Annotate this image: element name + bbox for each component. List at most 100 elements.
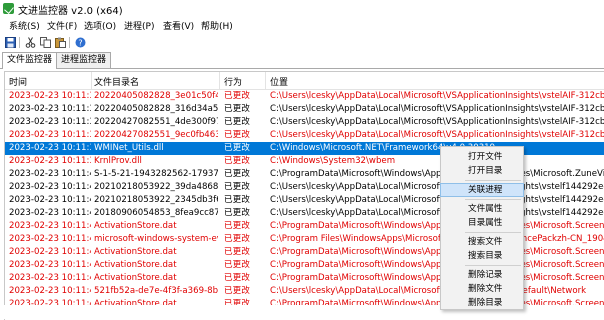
copy-icon[interactable]	[40, 37, 51, 48]
cell-name: 20210218053922_39da48683c...	[94, 182, 218, 192]
menu-delete-folder[interactable]: 删除目录	[441, 297, 523, 309]
column-header-location[interactable]: 位置	[270, 75, 288, 88]
cell-time: 2023-02-23 10:11:33	[9, 143, 91, 153]
menu-item-label: 搜索目录	[468, 251, 503, 261]
table-row[interactable]: 2023-02-23 10:11:33 20220427082551_9ec0f…	[5, 129, 604, 142]
cell-name: WMINet_Utils.dll	[94, 143, 164, 153]
cell-name: 20220405082828_316d34a5b4...	[94, 104, 218, 114]
menu-separator	[465, 265, 521, 266]
cell-name: 521fb52a-de7e-4f3f-a369-8b8...	[94, 286, 218, 296]
menu-folder-properties[interactable]: 目录属性	[441, 217, 523, 229]
window-title: 文进监控器 v2.0 (x64)	[18, 6, 123, 17]
cell-name: 20220427082551_4de300f9790...	[94, 117, 218, 127]
cell-location: C:\Windows\Microsoft.NET\Framework64\v4.…	[270, 143, 496, 153]
paste-icon[interactable]	[55, 37, 66, 48]
cell-action: 已更改	[224, 234, 250, 244]
help-icon[interactable]: ?	[75, 37, 86, 48]
column-header-time[interactable]: 时间	[9, 75, 27, 88]
column-header-action[interactable]: 行为	[224, 75, 242, 88]
menu-item-label: 文件属性	[468, 204, 503, 214]
cell-time: 2023-02-23 10:11:46	[9, 273, 91, 283]
toolbar-separator	[19, 37, 20, 48]
cell-location: C:\Windows\System32\wbem	[270, 156, 396, 166]
menu-item-label: 关联进程	[468, 185, 503, 195]
table-row[interactable]: 2023-02-23 10:11:33 20220405082828_3e01c…	[5, 90, 604, 103]
cell-time: 2023-02-23 10:11:46	[9, 234, 91, 244]
title-bar: 文进监控器 v2.0 (x64)	[0, 0, 604, 17]
menu-open-folder[interactable]: 打开目录	[441, 165, 523, 177]
cell-location: C:\Program Files\WindowsApps\Microsoft.L…	[270, 234, 604, 244]
menu-file-properties[interactable]: 文件属性	[441, 203, 523, 215]
cell-name: S-1-5-21-1943282562-1793722...	[94, 169, 218, 179]
menu-open-file[interactable]: 打开文件	[441, 151, 523, 163]
column-header-name[interactable]: 文件目录名	[94, 75, 139, 88]
tab-process-monitor[interactable]: 进程监控器	[56, 52, 112, 68]
menu-associated-process[interactable]: 关联进程	[440, 183, 524, 197]
menu-item-label: 删除文件	[468, 284, 503, 294]
save-icon[interactable]	[5, 37, 16, 48]
menu-separator	[465, 232, 521, 233]
cell-time: 2023-02-23 10:11:33	[9, 104, 91, 114]
cell-action: 已更改	[224, 182, 250, 192]
svg-text:?: ?	[78, 39, 82, 48]
cell-location: C:\Users\lcesky\AppData\Local\Microsoft\…	[270, 182, 604, 192]
column-divider[interactable]	[91, 72, 92, 89]
menu-search-file[interactable]: 搜索文件	[441, 236, 523, 248]
cell-name: 20220427082551_9ec0fb46359...	[94, 130, 218, 140]
menu-view[interactable]: 查看(V)	[163, 19, 194, 32]
column-divider[interactable]	[265, 72, 266, 89]
cell-name: ActivationStore.dat	[94, 247, 177, 257]
cell-location: C:\ProgramData\Microsoft\Windows\AppRepo…	[270, 260, 604, 270]
cell-time: 2023-02-23 10:11:40	[9, 195, 91, 205]
menu-options[interactable]: 选项(O)	[84, 19, 116, 32]
menu-process[interactable]: 进程(P)	[124, 19, 154, 32]
cell-time: 2023-02-23 10:11:46	[9, 286, 91, 296]
cell-action: 已更改	[224, 221, 250, 231]
cell-location: C:\Users\lcesky\AppData\Local\Microsoft\…	[270, 195, 604, 205]
table-row[interactable]: 2023-02-23 10:11:33 20220405082828_316d3…	[5, 103, 604, 116]
menu-search-folder[interactable]: 搜索目录	[441, 250, 523, 262]
cell-time: 2023-02-23 10:11:46	[9, 260, 91, 270]
cell-name: KrnlProv.dll	[94, 156, 142, 166]
menu-delete-file[interactable]: 删除文件	[441, 283, 523, 295]
table-header: 时间 文件目录名 行为 位置	[5, 72, 604, 90]
cell-action: 已更改	[224, 195, 250, 205]
cut-icon[interactable]	[25, 37, 36, 48]
toolbar: ?	[0, 34, 604, 51]
cell-location: C:\ProgramData\Microsoft\Windows\AppRepo…	[270, 247, 604, 257]
column-divider[interactable]	[219, 72, 220, 89]
cell-location: C:\Users\lcesky\AppData\Local\Microsoft\…	[270, 130, 604, 140]
cell-action: 已更改	[224, 91, 250, 101]
cell-action: 已更改	[224, 286, 250, 296]
menu-item-label: 打开目录	[468, 166, 503, 176]
context-menu: 打开文件 打开目录 关联进程 文件属性 目录属性 搜索文件 搜索目录 删除记录 …	[440, 146, 524, 310]
cell-action: 已更改	[224, 247, 250, 257]
menu-delete-record[interactable]: 删除记录	[441, 269, 523, 281]
table-row[interactable]: 2023-02-23 10:11:33 20220427082551_4de30…	[5, 116, 604, 129]
cell-location: C:\Users\lcesky\AppData\Local\Microsoft\…	[270, 104, 604, 114]
menu-file[interactable]: 文件(F)	[47, 19, 77, 32]
cell-action: 已更改	[224, 117, 250, 127]
cell-time: 2023-02-23 10:11:33	[9, 156, 91, 166]
cell-location: C:\ProgramData\Microsoft\Windows\AppRepo…	[270, 221, 604, 231]
menu-help[interactable]: 帮助(H)	[201, 19, 233, 32]
menu-system[interactable]: 系统(S)	[9, 19, 40, 32]
cell-time: 2023-02-23 10:11:40	[9, 182, 91, 192]
cell-name: 20180906054853_8fea9cc87a0...	[94, 208, 218, 218]
cell-location: C:\Users\lcesky\AppData\Local\Microsoft\…	[270, 91, 604, 101]
cell-name: ActivationStore.dat	[94, 273, 177, 283]
cell-action: 已更改	[224, 169, 250, 179]
cell-name: microsoft-windows-system-ev...	[94, 234, 218, 244]
cell-action: 已更改	[224, 130, 250, 140]
cell-time: 2023-02-23 10:11:33	[9, 130, 91, 140]
cell-name: ActivationStore.dat	[94, 260, 177, 270]
cell-location: C:\ProgramData\Microsoft\Windows\AppRepo…	[270, 273, 604, 283]
cell-action: 已更改	[224, 273, 250, 283]
cell-action: 已更改	[224, 156, 250, 166]
menu-separator	[465, 199, 521, 200]
tab-file-monitor[interactable]: 文件监控器	[2, 52, 58, 69]
menu-item-label: 目录属性	[468, 218, 503, 228]
cell-time: 2023-02-23 10:11:33	[9, 117, 91, 127]
menu-item-label: 删除目录	[468, 298, 503, 308]
menu-bar: 系统(S) 文件(F) 选项(O) 进程(P) 查看(V) 帮助(H)	[0, 17, 604, 33]
